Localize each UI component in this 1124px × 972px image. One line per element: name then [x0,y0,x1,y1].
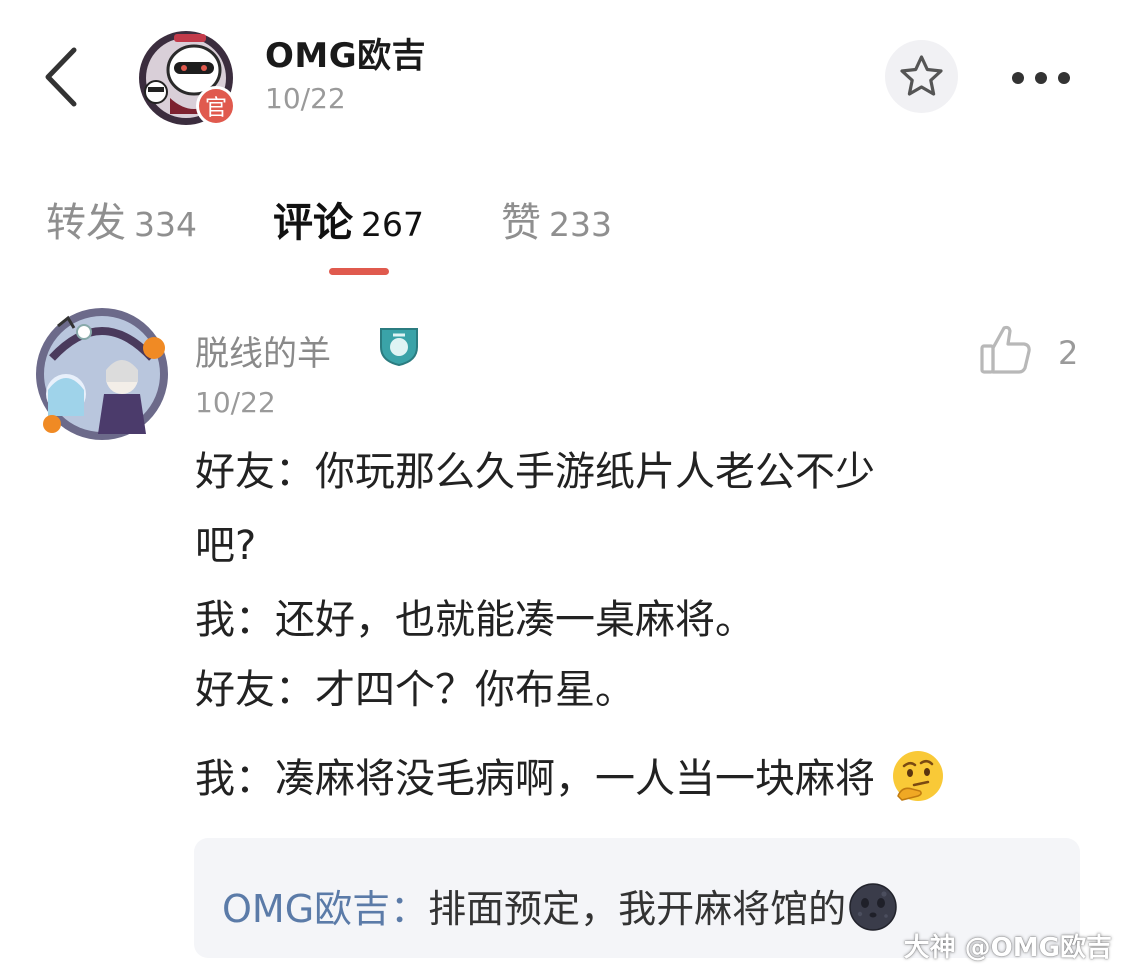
favorite-button[interactable] [885,40,958,113]
reply-text: 排面预定，我开麻将馆的 [428,887,847,931]
watermark-brand: 大神 [903,933,956,963]
watermark: 大神 @OMG欧吉 [904,927,1112,964]
back-button[interactable] [36,42,96,112]
comment-last-line: 我：凑麻将没毛病啊，一人当一块麻将 [195,748,1090,804]
official-badge: 官 [196,86,236,126]
post-date: 10/22 [265,82,346,115]
reply-author[interactable]: OMG欧吉： [222,887,428,931]
level-badge-icon [377,323,421,367]
thumbs-up-icon [980,325,1031,374]
comment-line: 好友：你玩那么久手游纸片人老公不少 [195,449,875,495]
comment-date: 10/22 [195,386,276,419]
tab-count: 233 [549,205,612,244]
tab-label: 转发 [46,200,126,246]
new-moon-face-emoji [849,883,897,931]
reply: OMG欧吉：排面预定，我开麻将馆的 [222,878,898,933]
author-name[interactable]: OMG欧吉 [265,28,426,77]
tab-like[interactable]: 赞 233 [501,190,612,248]
comment-line: 我：凑麻将没毛病啊，一人当一块麻将 [195,756,875,802]
commenter-avatar[interactable] [22,298,180,448]
active-tab-indicator [329,268,389,275]
comment-line: 我：还好，也就能凑一桌麻将。 [195,597,755,643]
tab-label: 评论 [273,200,353,246]
tab-label: 赞 [501,200,541,246]
more-button[interactable] [1008,58,1074,98]
chevron-left-icon [45,47,77,107]
thinking-face-emoji [892,751,943,801]
tab-count: 334 [134,205,197,244]
like-button[interactable] [978,322,1034,378]
tab-count: 267 [361,205,424,244]
commenter-name[interactable]: 脱线的羊 [195,326,331,375]
star-icon [900,55,943,96]
tab-comment[interactable]: 评论 267 [273,190,424,248]
tab-repost[interactable]: 转发 334 [46,190,197,248]
more-dots-icon [1012,72,1070,84]
like-count: 2 [1058,334,1079,372]
comment-line: 好友：才四个？你布星。 [195,667,635,713]
watermark-handle: @OMG欧吉 [964,933,1112,963]
comment-line: 吧? [195,523,257,569]
